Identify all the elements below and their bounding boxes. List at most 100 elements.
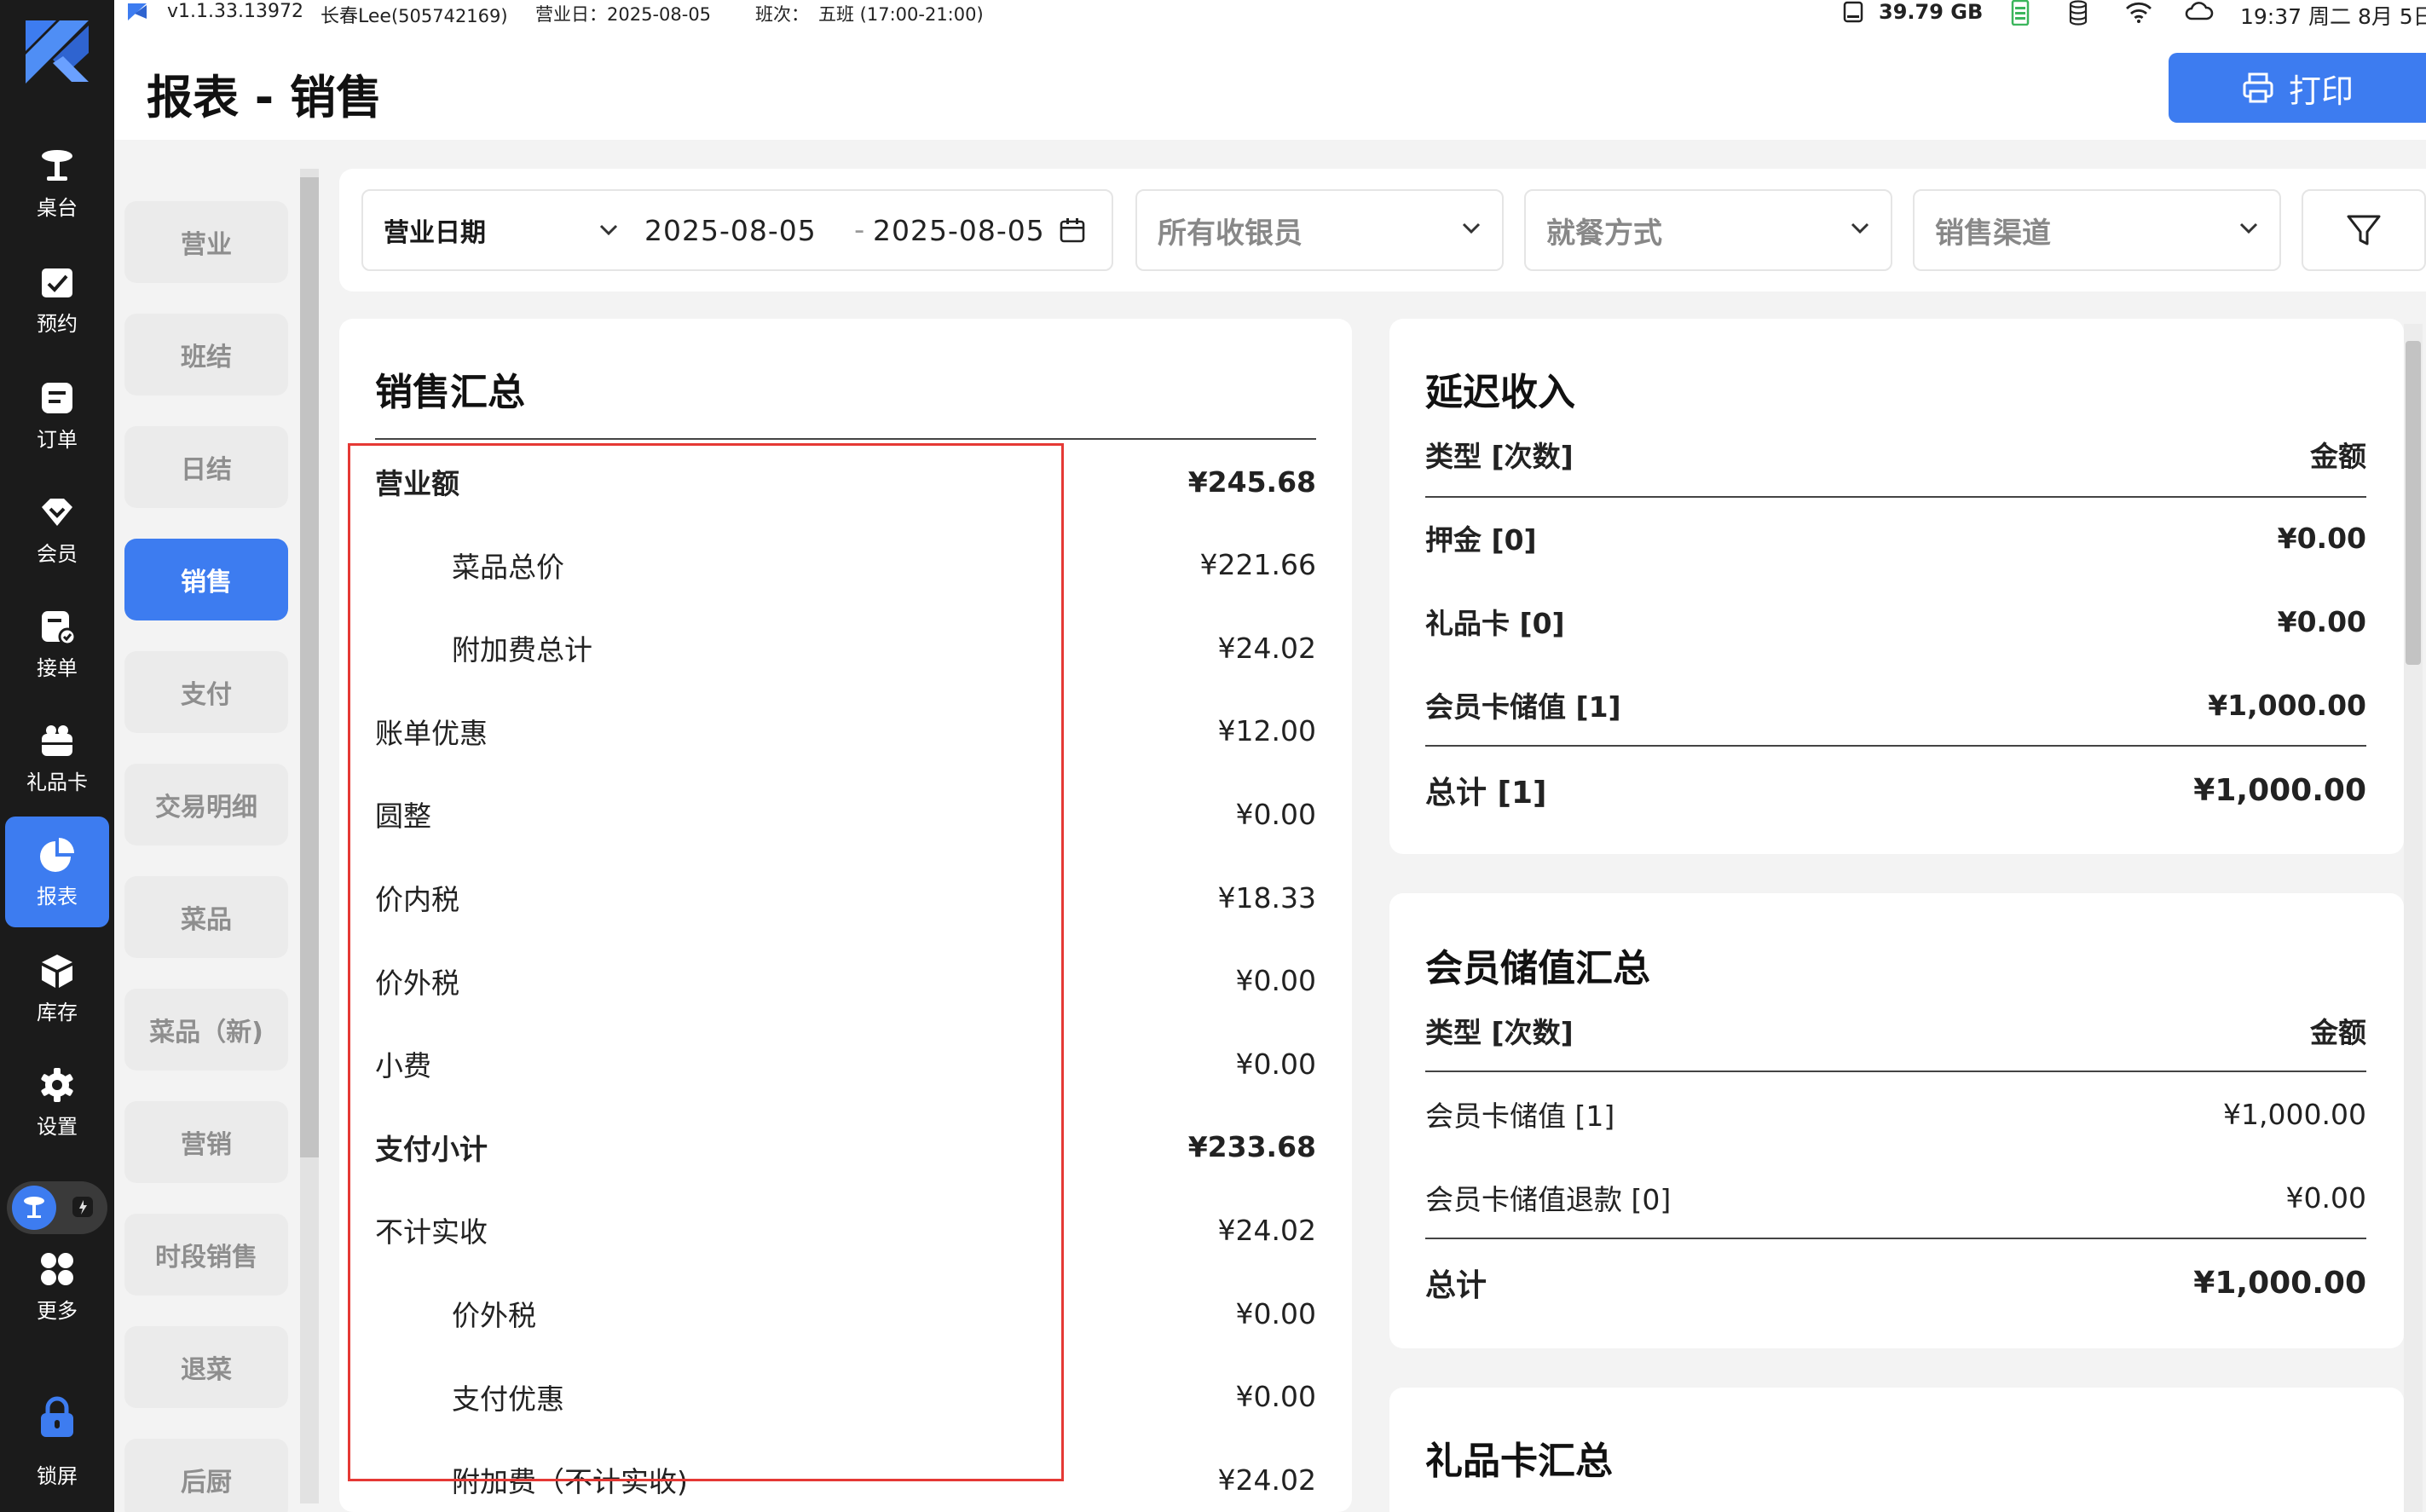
quick-mode-icon (70, 1194, 95, 1220)
row-amount: ¥0.00 (1235, 964, 1316, 998)
nav-item-orders[interactable]: 订单 (5, 360, 109, 470)
row-label: 价外税 (375, 966, 459, 1000)
subnav-item-dishes-new[interactable]: 菜品（新) (124, 989, 288, 1071)
subnav-item-payment[interactable]: 支付 (124, 651, 288, 733)
cashier-select-value: 所有收银员 (1158, 216, 1303, 251)
row-label: 营业额 (375, 467, 459, 500)
left-nav: 桌台 预约 订单 会员 接单 礼品卡 报表 库存 设置 更多 锁屏 (0, 0, 114, 1512)
total-row: 总计 ¥1,000.00 (1425, 1261, 2366, 1304)
table-row: 支付优惠 ¥0.00 (375, 1376, 1316, 1418)
mode-toggle[interactable] (7, 1181, 107, 1234)
table-row: 会员卡储值退款 [0] ¥0.00 (1425, 1176, 2366, 1219)
nav-label: 更多 (37, 1298, 78, 1323)
nav-item-table[interactable]: 桌台 (5, 128, 109, 239)
nav-item-accept-order[interactable]: 接单 (5, 588, 109, 699)
chevron-down-icon (599, 224, 618, 236)
row-amount: ¥24.02 (1217, 631, 1316, 665)
cashier-select[interactable]: 所有收银员 (1135, 189, 1504, 271)
nav-item-settings[interactable]: 设置 (5, 1047, 109, 1157)
row-label: 支付小计 (375, 1132, 488, 1166)
date-to-input[interactable]: 2025-08-05 (873, 214, 1045, 247)
table-mode-icon (12, 1186, 56, 1230)
member-topup-title: 会员储值汇总 (1425, 947, 1650, 990)
col-amount-header: 金额 (2310, 440, 2366, 473)
row-label: 附加费（不计实收) (452, 1465, 688, 1499)
subnav-item-returns[interactable]: 退菜 (124, 1326, 288, 1408)
disk-icon (1841, 0, 1865, 29)
table-row: 支付小计 ¥233.68 (375, 1126, 1316, 1169)
row-amount: ¥1,000.00 (2208, 688, 2366, 722)
print-button[interactable]: 打印 (2169, 53, 2426, 123)
lock-icon (38, 1396, 77, 1437)
printer-icon (2243, 72, 2273, 103)
divider (375, 438, 1316, 440)
row-amount: ¥24.02 (1217, 1463, 1316, 1497)
subnav-item-transactions[interactable]: 交易明细 (124, 764, 288, 845)
nav-item-lock[interactable]: 锁屏 (5, 1379, 109, 1507)
dining-mode-select[interactable]: 就餐方式 (1524, 189, 1892, 271)
row-amount: ¥0.00 (2277, 604, 2366, 638)
business-day: 营业日：2025-08-05 (535, 4, 712, 25)
row-label: 不计实收 (375, 1215, 488, 1249)
nav-item-inventory[interactable]: 库存 (5, 932, 109, 1043)
gear-icon (38, 1065, 77, 1105)
gift-card-summary-card: 礼品卡汇总 (1389, 1388, 2404, 1512)
row-amount: ¥24.02 (1217, 1213, 1316, 1247)
divider (1425, 496, 2366, 498)
subnav-item-day-close[interactable]: 日结 (124, 426, 288, 508)
table-row: 价内税 ¥18.33 (375, 876, 1316, 919)
date-range-filter[interactable]: 营业日期 2025-08-05 - 2025-08-05 (361, 189, 1113, 271)
nav-item-gift-card[interactable]: 礼品卡 (5, 702, 109, 813)
subnav-item-dishes[interactable]: 菜品 (124, 876, 288, 958)
subnav-item-kitchen[interactable]: 后厨 (124, 1439, 288, 1512)
subnav-item-timeslot-sales[interactable]: 时段销售 (124, 1214, 288, 1296)
calendar-icon[interactable] (1059, 216, 1086, 244)
row-label: 会员卡储值退款 [0] (1425, 1183, 1672, 1216)
chevron-down-icon (1462, 222, 1481, 234)
row-amount: ¥245.68 (1187, 465, 1316, 499)
row-label: 圆整 (375, 799, 431, 834)
row-amount: ¥12.00 (1217, 714, 1316, 748)
status-bar: v1.1.33.13972 长春Lee(505742169) 营业日：2025-… (114, 0, 2426, 29)
row-label: 价外税 (452, 1299, 536, 1332)
date-type-select[interactable]: 营业日期 (384, 211, 486, 249)
content-scroll-thumb[interactable] (2406, 341, 2421, 665)
table-row: 圆整 ¥0.00 (375, 793, 1316, 835)
date-from-input[interactable]: 2025-08-05 (644, 214, 817, 247)
sales-summary-title: 销售汇总 (375, 371, 525, 414)
nav-label: 报表 (37, 884, 78, 909)
nav-item-reports[interactable]: 报表 (5, 817, 109, 927)
subnav-item-business[interactable]: 营业 (124, 201, 288, 283)
page-header: 报表 - 销售 打印 (114, 26, 2426, 140)
subnav-item-sales[interactable]: 销售 (124, 539, 288, 620)
nav-item-reservation[interactable]: 预约 (5, 244, 109, 355)
row-label: 账单优惠 (375, 716, 488, 750)
more-grid-icon (38, 1249, 77, 1289)
row-label: 价内税 (375, 883, 459, 916)
sales-channel-select[interactable]: 销售渠道 (1913, 189, 2281, 271)
filter-funnel-icon (2347, 215, 2381, 245)
row-amount: ¥1,000.00 (2223, 1097, 2366, 1131)
subnav-item-shift-close[interactable]: 班结 (124, 314, 288, 395)
table-row: 附加费总计 ¥24.02 (375, 626, 1316, 669)
filter-button[interactable] (2302, 189, 2426, 271)
divider (1425, 1238, 2366, 1239)
table-row: 附加费（不计实收) ¥24.02 (375, 1458, 1316, 1501)
inventory-box-icon (38, 951, 77, 990)
nav-label: 礼品卡 (26, 770, 88, 794)
row-amount: ¥0.00 (1235, 1047, 1316, 1081)
subnav-item-marketing[interactable]: 营销 (124, 1101, 288, 1183)
row-label: 押金 [0] (1425, 523, 1537, 557)
nav-label: 接单 (37, 655, 78, 680)
col-type-header: 类型 [次数] (1425, 1016, 1574, 1049)
app-logo-icon (22, 17, 92, 87)
nav-label: 设置 (37, 1114, 78, 1139)
user-id: (505742169) (390, 6, 508, 26)
row-amount: ¥0.00 (2285, 1180, 2366, 1215)
subnav-scroll-thumb[interactable] (300, 177, 319, 1157)
nav-item-member[interactable]: 会员 (5, 474, 109, 585)
row-amount: ¥233.68 (1187, 1130, 1316, 1164)
table-header-row: 类型 [次数] 金额 (1425, 1009, 2366, 1052)
table-row: 会员卡储值 [1] ¥1,000.00 (1425, 684, 2366, 726)
nav-item-more[interactable]: 更多 (5, 1231, 109, 1342)
